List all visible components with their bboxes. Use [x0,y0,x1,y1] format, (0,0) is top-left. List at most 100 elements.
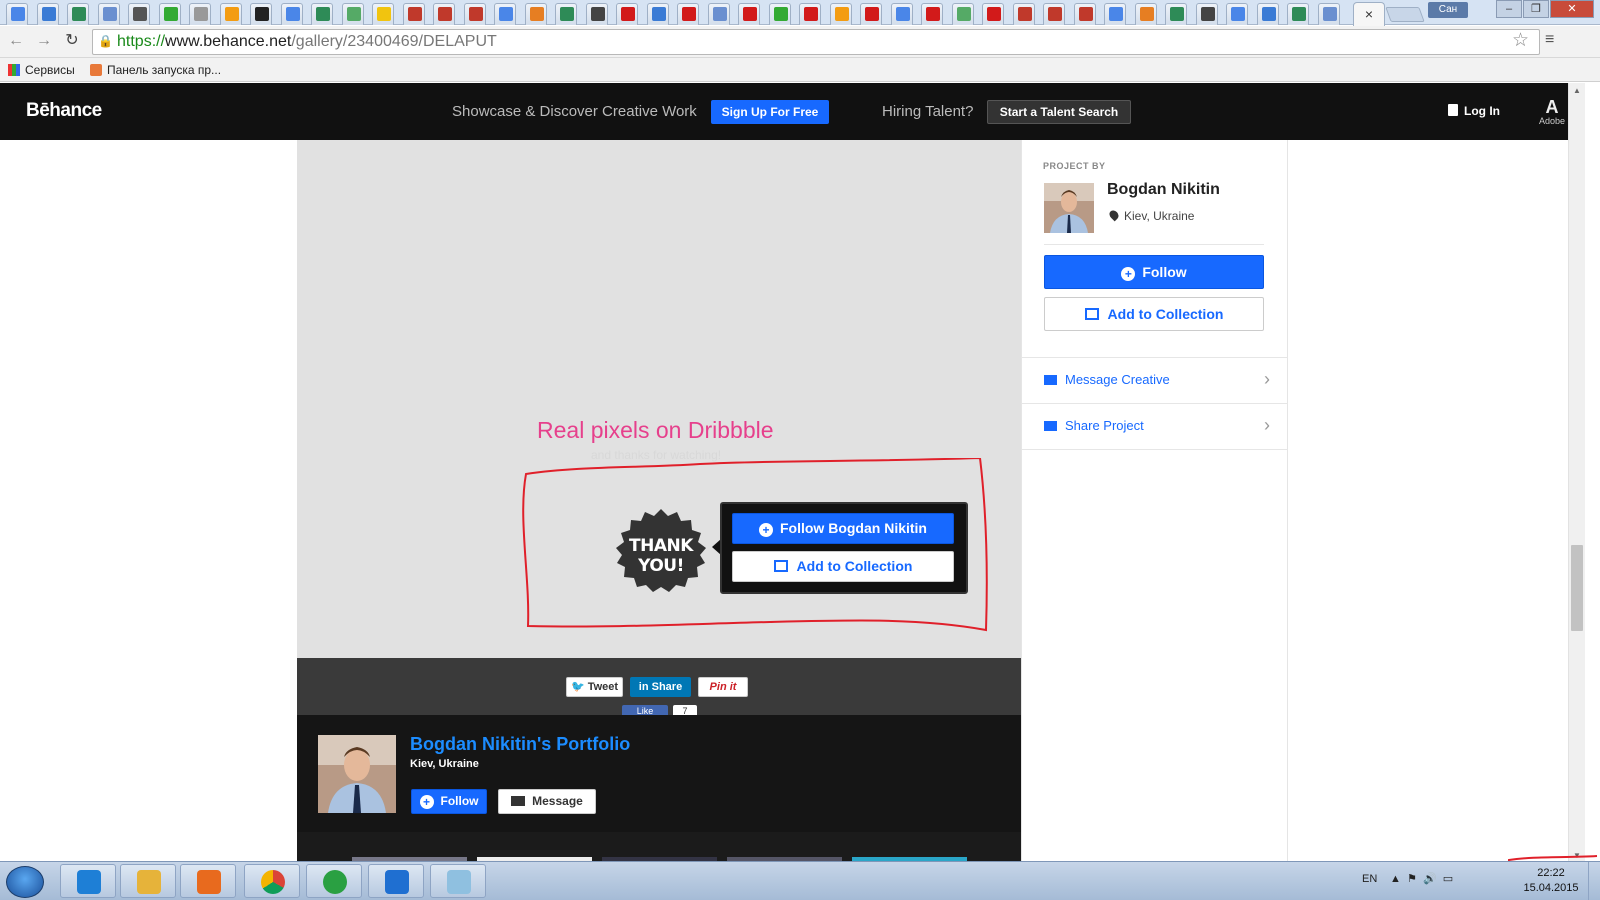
lock-icon[interactable]: 🔒 [98,33,113,49]
browser-tab[interactable] [982,3,1004,25]
browser-tab[interactable] [463,3,486,25]
browser-tab[interactable] [1256,3,1279,25]
taskbar-app-button[interactable] [306,864,362,898]
taskbar-app-button[interactable] [120,864,176,898]
portfolio-follow-button[interactable]: + Follow [411,789,487,814]
bookmark-star-icon[interactable]: ☆ [1512,30,1529,52]
browser-tab[interactable] [1195,3,1218,25]
tab-favicon-icon [72,7,86,21]
browser-tab[interactable] [768,3,791,25]
browser-tab[interactable] [1317,3,1340,25]
portfolio-avatar[interactable] [318,735,396,813]
active-tab[interactable]: × [1353,2,1385,26]
bookmark-launcher[interactable]: Панель запуска пр... [90,62,221,78]
browser-tab[interactable] [1287,3,1309,25]
browser-tab[interactable] [158,3,181,25]
follow-creator-button[interactable]: + Follow Bogdan Nikitin [732,513,954,544]
scroll-up-icon[interactable]: ▲ [1571,86,1583,96]
start-button[interactable] [6,866,44,898]
browser-tab[interactable] [311,3,333,25]
browser-tab[interactable] [616,3,638,25]
show-desktop-button[interactable] [1588,862,1600,900]
browser-tab[interactable] [1165,3,1187,25]
tab-close-icon[interactable]: × [1365,6,1373,22]
sidebar-add-to-collection-button[interactable]: Add to Collection [1044,297,1264,331]
browser-tab[interactable] [1226,3,1248,25]
share-project-label: Share Project [1065,418,1144,433]
login-link[interactable]: Log In [1448,104,1500,118]
message-creative-row[interactable]: Message Creative › [1022,358,1288,403]
sidebar-follow-button[interactable]: + Follow [1044,255,1264,289]
tweet-button[interactable]: 🐦 Tweet [566,677,623,697]
url-text[interactable]: https://www.behance.net/gallery/23400469… [117,31,497,53]
browser-tab[interactable] [585,3,608,25]
browser-tab[interactable] [189,3,211,25]
browser-tab[interactable] [738,3,760,25]
browser-tab[interactable] [829,3,852,25]
taskbar-app-button[interactable] [60,864,116,898]
browser-tab[interactable] [128,3,150,25]
language-indicator[interactable]: EN [1362,873,1377,885]
forward-icon[interactable]: → [34,31,54,51]
browser-tab[interactable] [707,3,730,25]
chrome-menu-icon[interactable]: ≡ [1545,31,1561,49]
taskbar-clock[interactable]: 22:22 15.04.2015 [1516,866,1586,896]
browser-tab[interactable] [1043,3,1065,25]
bookmark-apps[interactable]: Сервисы [8,62,75,78]
browser-tab[interactable] [341,3,364,25]
browser-tab[interactable] [799,3,821,25]
signup-button[interactable]: Sign Up For Free [711,100,829,124]
browser-tab[interactable] [1012,3,1035,25]
browser-tab[interactable] [372,3,394,25]
browser-tab[interactable] [67,3,89,25]
browser-tab[interactable] [250,3,272,25]
browser-tab[interactable] [6,3,28,25]
browser-tab[interactable] [494,3,516,25]
browser-tab[interactable] [402,3,425,25]
page-scrollbar[interactable] [1568,83,1585,865]
behance-logo[interactable]: Bēhance [26,100,102,122]
share-project-row[interactable]: Share Project › [1022,404,1288,449]
creator-avatar[interactable] [1044,183,1094,233]
taskbar-app-button[interactable] [430,864,486,898]
taskbar-app-button[interactable] [180,864,236,898]
browser-tab[interactable] [677,3,699,25]
browser-tab[interactable] [36,3,59,25]
tab-favicon-icon [224,7,239,21]
close-window-button[interactable]: ✕ [1550,0,1594,18]
new-tab-button[interactable] [1385,7,1425,22]
portfolio-title[interactable]: Bogdan Nikitin's Portfolio [410,733,630,755]
browser-tab[interactable] [951,3,974,25]
browser-tab[interactable] [433,3,455,25]
portfolio-message-button[interactable]: Message [498,789,596,814]
minimize-button[interactable]: – [1496,0,1522,18]
linkedin-share-button[interactable]: in Share [630,677,691,697]
browser-tab[interactable] [921,3,943,25]
system-tray[interactable]: ▲ ⚑ 🔊 ▭ [1390,872,1453,885]
browser-tab[interactable] [97,3,120,25]
talent-search-button[interactable]: Start a Talent Search [987,100,1131,124]
adobe-logo[interactable]: A Adobe [1535,98,1569,126]
browser-tab[interactable] [1073,3,1096,25]
tab-favicon-icon [41,7,56,21]
reload-icon[interactable]: ↻ [62,31,82,51]
profile-button[interactable]: Сан [1428,2,1468,18]
scrollbar-thumb[interactable] [1571,545,1583,631]
restore-button[interactable]: ❐ [1523,0,1549,18]
facebook-like-button[interactable]: Like [622,705,668,715]
creator-name[interactable]: Bogdan Nikitin [1107,181,1220,199]
browser-tab[interactable] [860,3,882,25]
taskbar-app-button[interactable] [244,864,300,898]
browser-tab[interactable] [280,3,303,25]
browser-tab[interactable] [555,3,577,25]
browser-tab[interactable] [890,3,913,25]
pinterest-button[interactable]: Pin it [698,677,748,697]
popover-add-to-collection-button[interactable]: Add to Collection [732,551,954,582]
back-icon[interactable]: ← [6,31,26,51]
browser-tab[interactable] [646,3,669,25]
browser-tab[interactable] [1134,3,1157,25]
taskbar-app-button[interactable] [368,864,424,898]
browser-tab[interactable] [524,3,547,25]
browser-tab[interactable] [219,3,242,25]
browser-tab[interactable] [1104,3,1126,25]
